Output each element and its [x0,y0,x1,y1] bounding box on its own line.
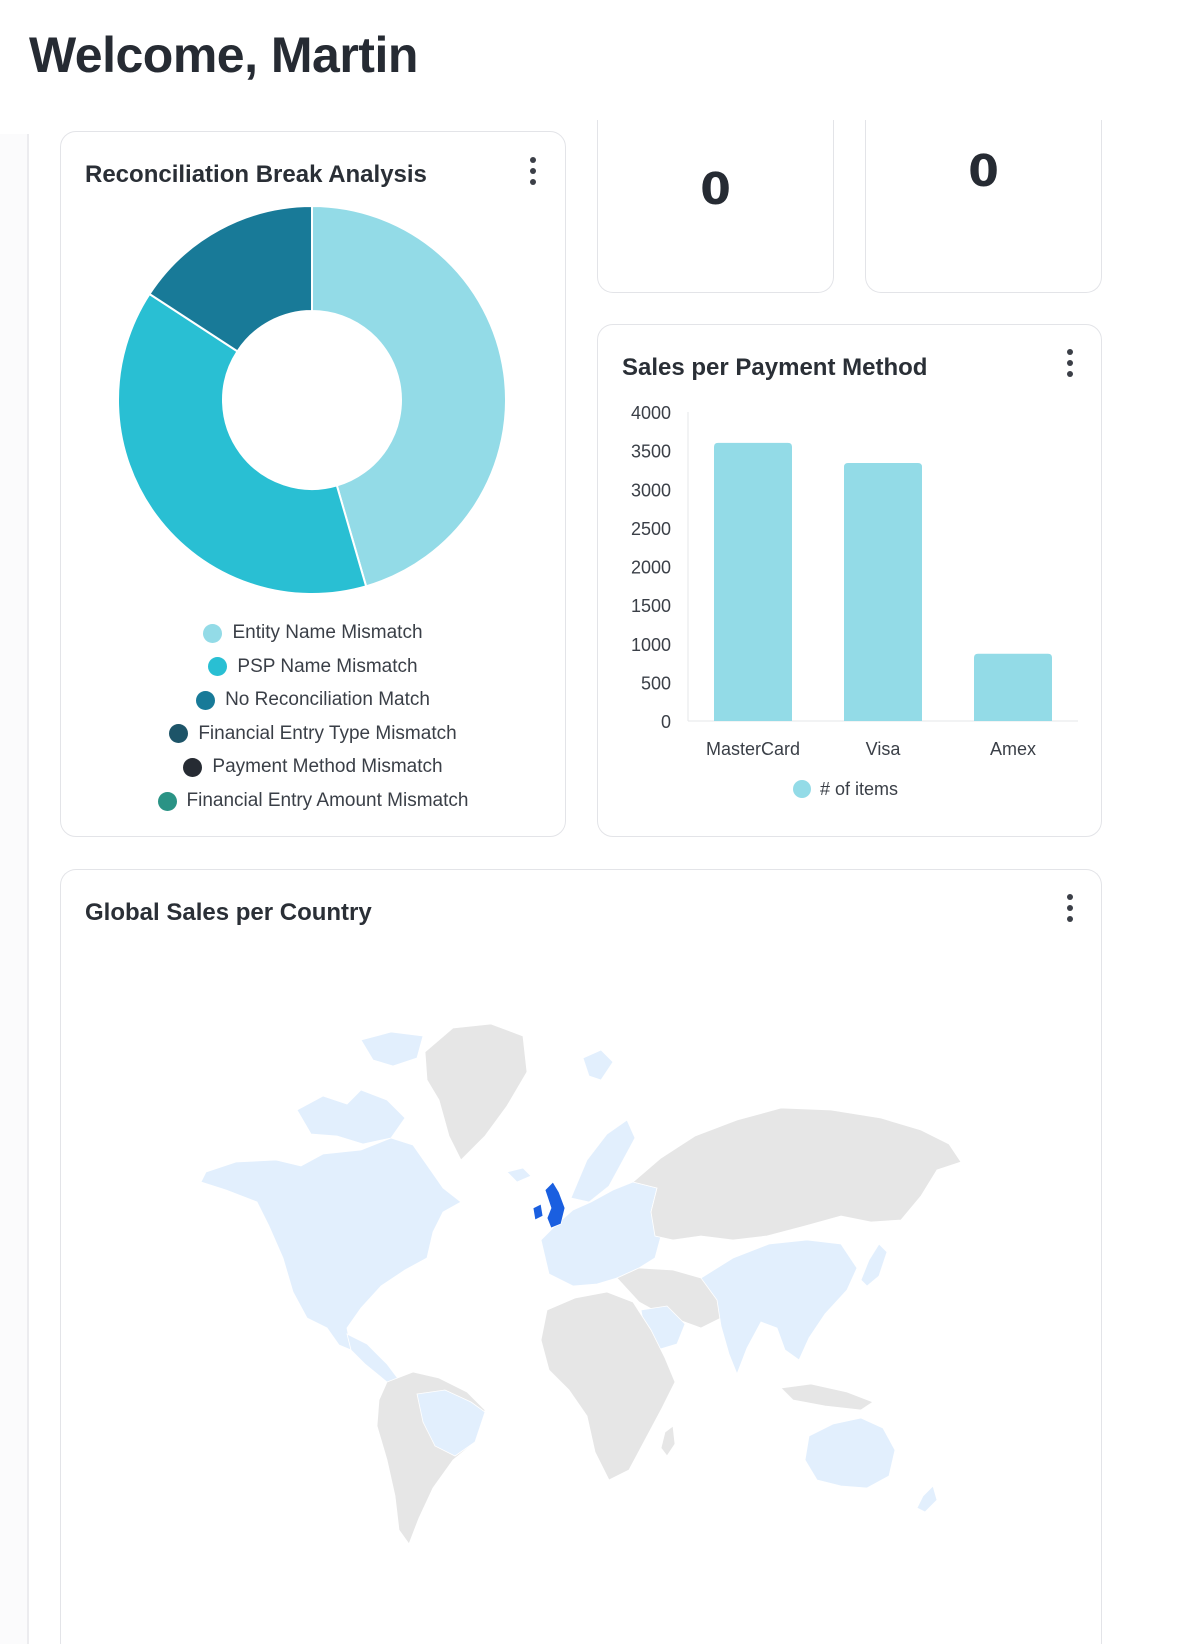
map-region-united-kingdom[interactable] [544,1181,566,1229]
sales-payment-card: Sales per Payment Method 0 500 1000 1500 200… [597,324,1102,837]
legend-dot-icon [203,623,223,643]
map-region-russia[interactable] [632,1107,962,1241]
left-sidebar-edge [0,134,29,1644]
legend-dot-icon [169,724,189,744]
recon-legend-label: Financial Entry Type Mismatch [198,722,457,744]
recon-legend-item[interactable]: Entity Name Mismatch [61,622,565,644]
y-tick-label: 0 [661,712,671,732]
recon-donut-chart [117,204,507,595]
legend-dot-icon [157,791,177,811]
y-tick-label: 1500 [631,596,671,616]
map-region-ireland[interactable] [532,1203,544,1221]
map-region-japan[interactable] [860,1243,888,1287]
y-tick-label: 2000 [631,558,671,578]
legend-dot-icon [793,780,811,798]
stat-card-2: 0 [865,120,1102,293]
map-region-australia[interactable] [804,1417,896,1489]
legend-dot-icon [183,757,203,777]
bar-visa[interactable] [844,462,922,721]
world-map[interactable] [61,940,1103,1580]
sales-legend-label[interactable]: # of items [820,779,898,799]
map-region-north-america[interactable] [200,1137,462,1351]
map-region-greenland[interactable] [424,1023,528,1161]
recon-legend-label: Financial Entry Amount Mismatch [186,790,469,811]
map-region-new-zealand[interactable] [916,1485,938,1513]
legend-dot-icon [208,657,228,677]
recon-legend-item[interactable]: PSP Name Mismatch [61,656,565,678]
map-region-madagascar[interactable] [660,1425,676,1457]
map-region-arctic-islands[interactable] [296,1089,406,1145]
y-tick-label: 4000 [631,403,671,423]
global-sales-card: Global Sales per Country [60,869,1102,1644]
page-title: Welcome, Martin [29,27,418,83]
stat-card-1: 0 [597,120,834,293]
legend-dot-icon [196,690,216,710]
recon-legend-label: Entity Name Mismatch [232,622,423,643]
recon-legend-label: Payment Method Mismatch [212,756,443,778]
map-region-central-america[interactable] [346,1333,400,1383]
recon-legend-item[interactable]: Financial Entry Amount Mismatch [61,790,565,812]
y-tick-label: 1000 [631,635,671,655]
recon-break-card: Reconciliation Break Analysis Entity Nam… [60,131,566,837]
bar-amex[interactable] [974,653,1052,721]
recon-legend-label: PSP Name Mismatch [237,655,418,677]
stat-value-2: 0 [968,146,999,197]
map-region-indonesia[interactable] [780,1383,874,1411]
map-region-iceland[interactable] [506,1167,532,1183]
recon-legend-item[interactable]: Payment Method Mismatch [61,756,565,778]
recon-legend-label: No Reconciliation Match [225,689,430,711]
stat-value-1: 0 [700,164,731,215]
y-tick-label: 3500 [631,442,671,462]
y-tick-label: 500 [641,673,671,693]
map-more-options-icon[interactable] [1060,891,1080,925]
y-tick-label: 2500 [631,519,671,539]
x-tick-label: Amex [990,739,1036,759]
map-card-title: Global Sales per Country [85,899,372,926]
map-region-asia[interactable] [700,1239,858,1376]
x-tick-label: MasterCard [706,739,800,759]
recon-legend-item[interactable]: Financial Entry Type Mismatch [61,723,565,745]
map-region-svalbard[interactable] [582,1049,614,1081]
y-tick-label: 3000 [631,480,671,500]
map-region-baffin[interactable] [360,1031,424,1067]
x-tick-label: Visa [866,739,902,759]
sales-bar-chart: 0 500 1000 1500 2000 2500 3000 3500 4000 MasterCa… [631,403,1078,799]
recon-legend-item[interactable]: No Reconciliation Match [61,689,565,711]
bar-mastercard[interactable] [714,442,792,721]
